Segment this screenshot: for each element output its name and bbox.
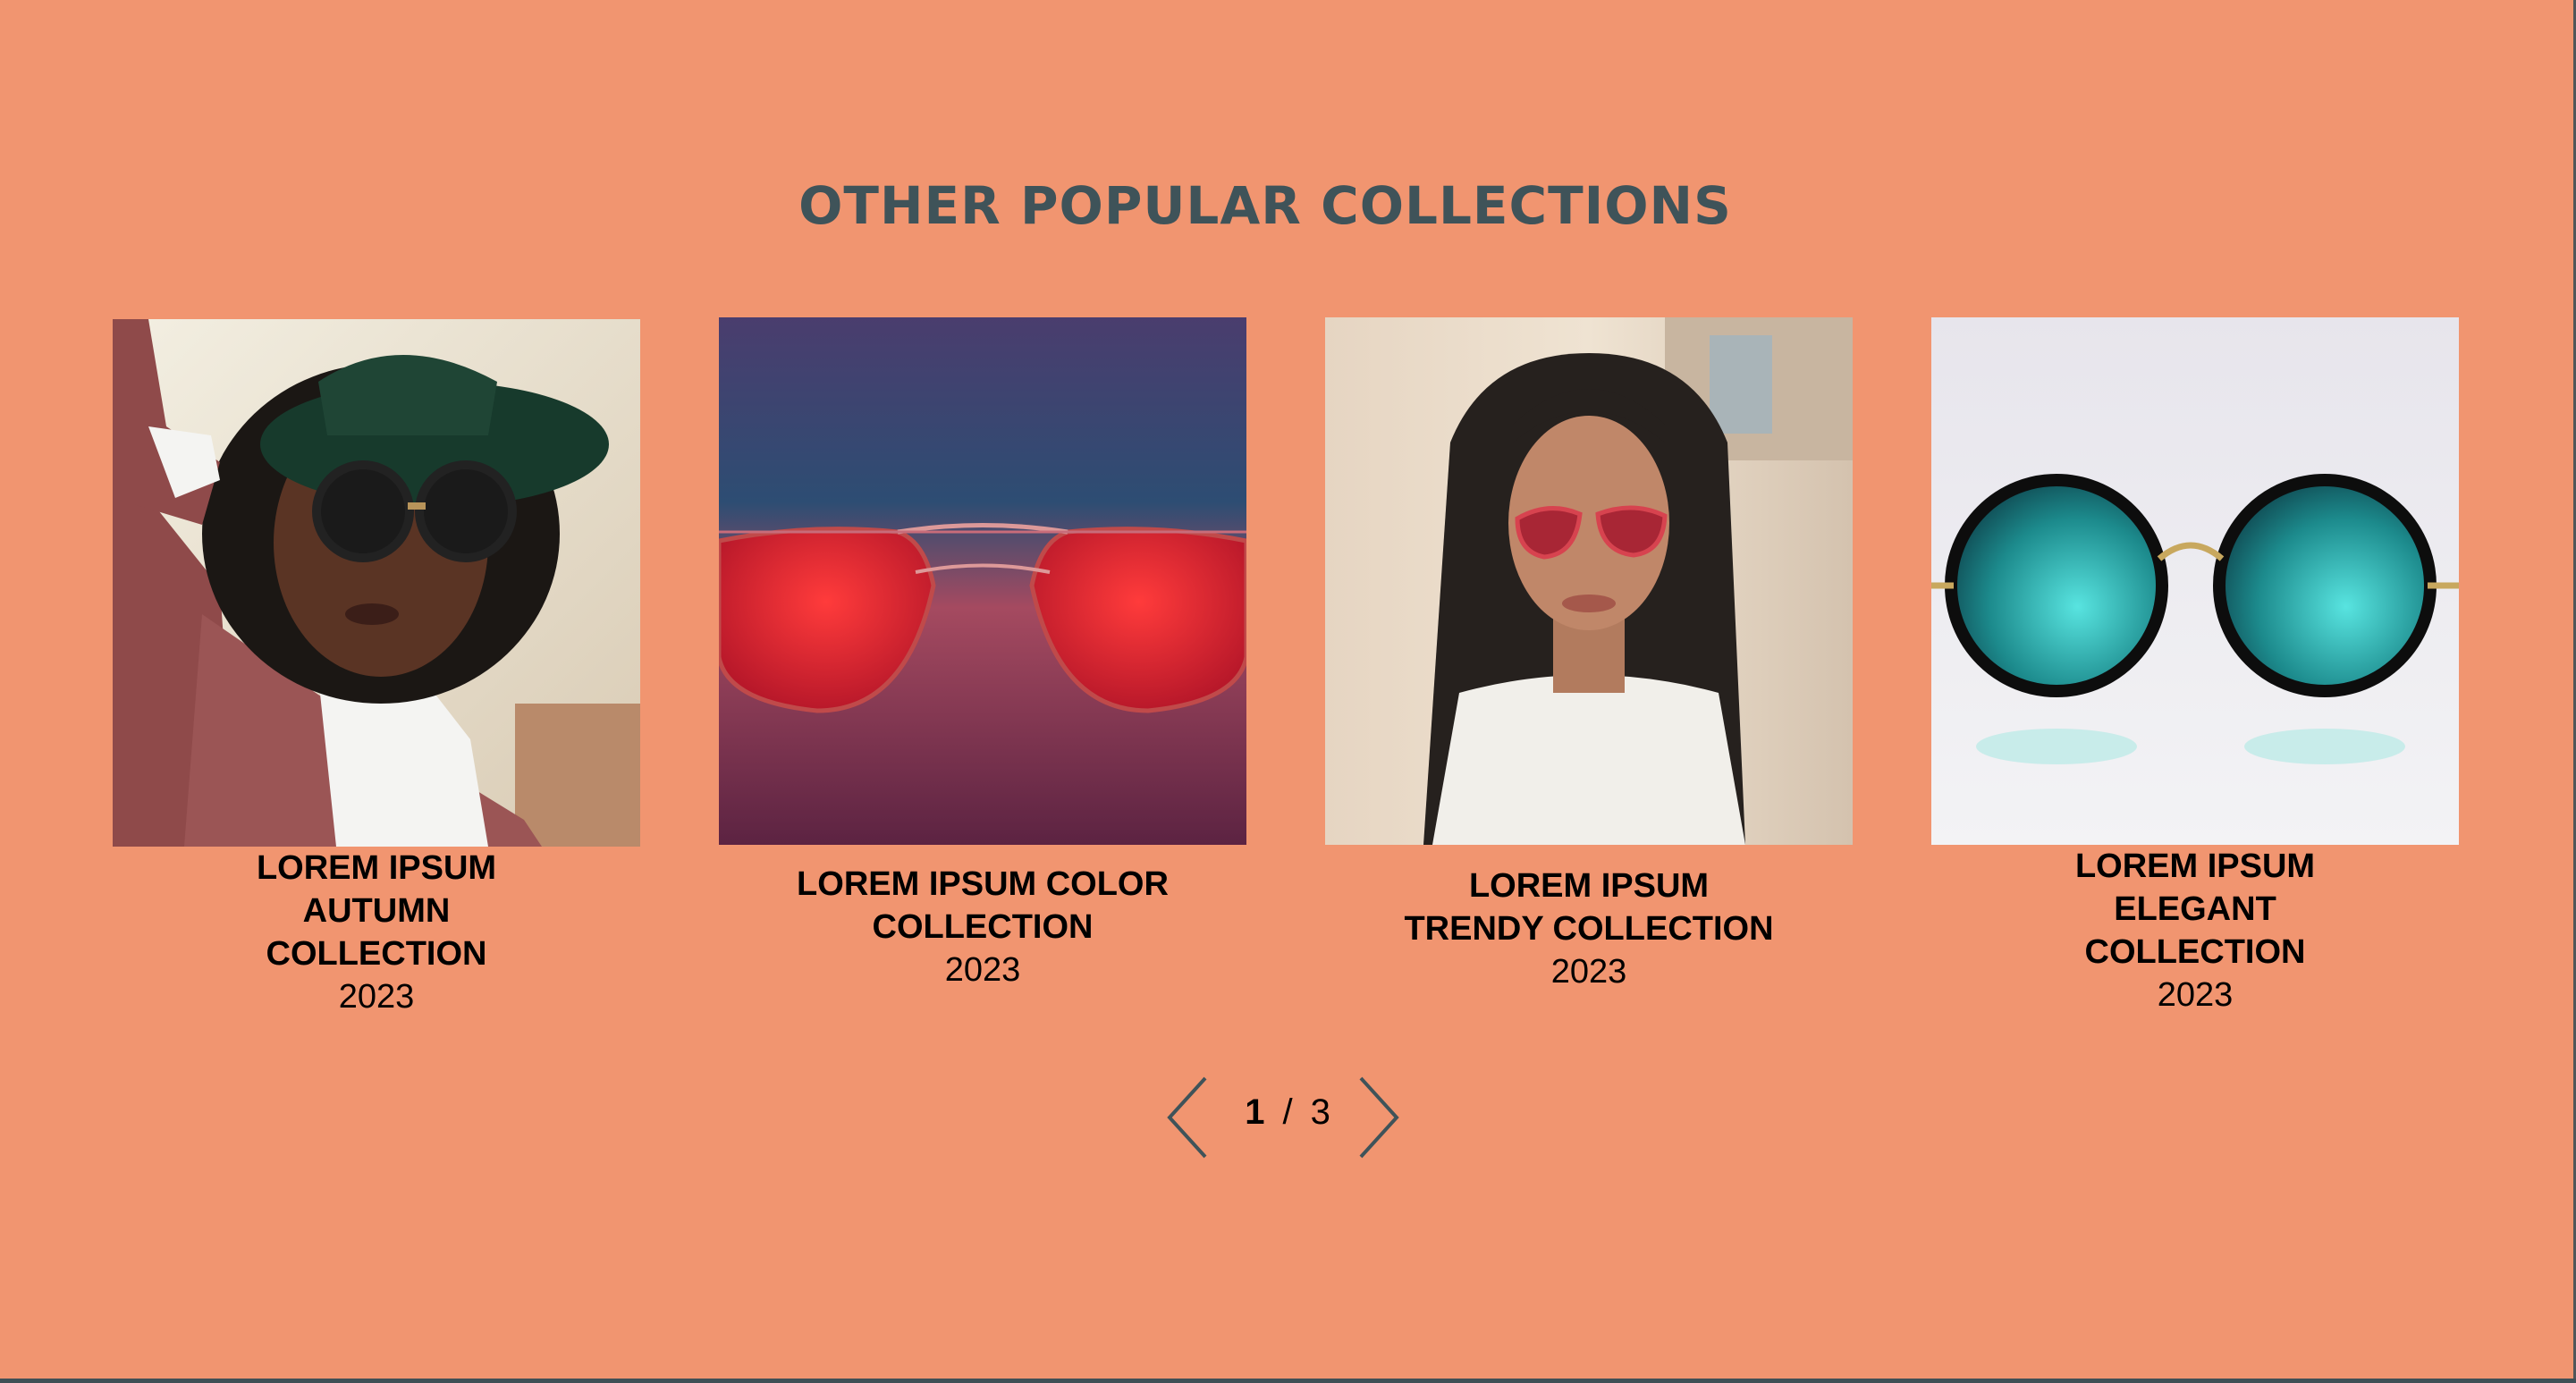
carousel-pager: 1 / 3: [1162, 1073, 1404, 1162]
collection-caption-color: LOREM IPSUM COLOR COLLECTION 2023: [719, 863, 1246, 991]
prev-button[interactable]: [1162, 1073, 1216, 1162]
collection-card-autumn[interactable]: LOREM IPSUM AUTUMN COLLECTION 2023: [113, 319, 640, 1018]
chevron-left-icon: [1167, 1076, 1207, 1159]
total-pages: 3: [1310, 1092, 1330, 1132]
round-mirrored-sunglasses-photo: [1931, 317, 2459, 845]
collection-year: 2023: [1550, 953, 1627, 991]
collection-caption-elegant: LOREM IPSUM ELEGANT COLLECTION 2023: [1931, 845, 2459, 1016]
collection-card-elegant[interactable]: LOREM IPSUM ELEGANT COLLECTION 2023: [1931, 317, 2459, 1016]
section-title: OTHER POPULAR COLLECTIONS: [798, 175, 1732, 236]
collection-title[interactable]: LOREM IPSUM AUTUMN COLLECTION: [113, 847, 640, 975]
woman-braids-sunglasses-photo: [1325, 317, 1853, 845]
chevron-right-icon: [1359, 1076, 1399, 1159]
woman-in-hat-photo: [113, 319, 640, 847]
collection-image-color[interactable]: [719, 317, 1246, 845]
collection-image-elegant[interactable]: [1931, 317, 2459, 845]
footer-divider: [0, 1379, 2576, 1383]
collection-title[interactable]: LOREM IPSUM COLOR COLLECTION: [719, 863, 1246, 949]
collection-caption-trendy: LOREM IPSUM TRENDY COLLECTION 2023: [1325, 864, 1853, 993]
next-button[interactable]: [1350, 1073, 1404, 1162]
collection-year: 2023: [944, 951, 1021, 989]
page-separator: /: [1282, 1092, 1293, 1132]
collection-image-trendy[interactable]: [1325, 317, 1853, 845]
current-page: 1: [1245, 1092, 1265, 1132]
collection-card-color[interactable]: LOREM IPSUM COLOR COLLECTION 2023: [719, 317, 1246, 991]
collection-year: 2023: [338, 978, 415, 1016]
page-indicator: 1 / 3: [1225, 1092, 1350, 1133]
collection-title[interactable]: LOREM IPSUM ELEGANT COLLECTION: [1931, 845, 2459, 974]
collections-section: OTHER POPULAR COLLECTIONS LOREM IPSUM AU…: [0, 0, 2576, 1379]
red-aviator-sunglasses-photo: [719, 317, 1246, 845]
collection-image-autumn[interactable]: [113, 319, 640, 847]
collection-caption-autumn: LOREM IPSUM AUTUMN COLLECTION 2023: [113, 847, 640, 1018]
collection-title[interactable]: LOREM IPSUM TRENDY COLLECTION: [1325, 864, 1853, 950]
collection-card-trendy[interactable]: LOREM IPSUM TRENDY COLLECTION 2023: [1325, 317, 1853, 993]
collection-year: 2023: [2157, 976, 2234, 1014]
